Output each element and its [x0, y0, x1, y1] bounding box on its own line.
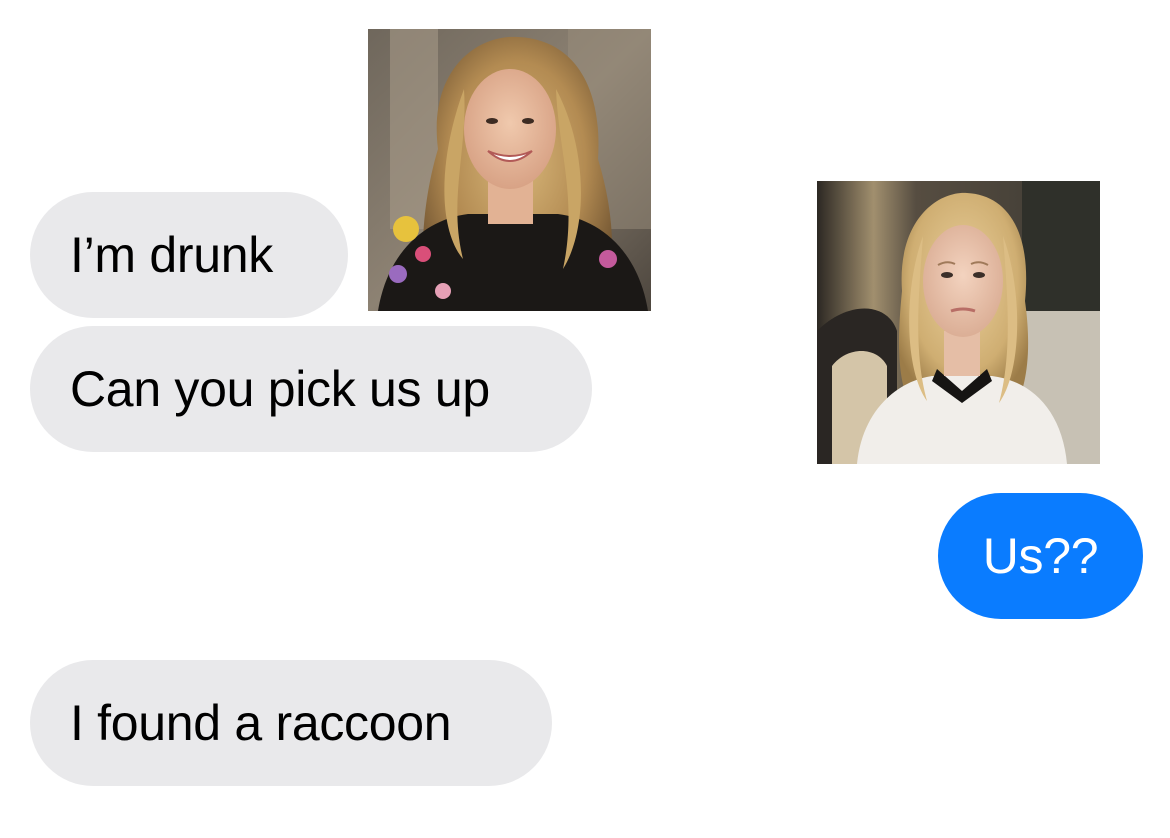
woman-worried-blonde-hair-photo	[817, 181, 1100, 464]
message-text: I found a raccoon	[70, 695, 452, 751]
woman-smiling-curly-blonde-hair-photo	[368, 29, 651, 311]
sent-message-bubble[interactable]: Us??	[938, 493, 1143, 619]
reaction-image-smiling-woman[interactable]	[368, 29, 651, 311]
received-message-bubble[interactable]: Can you pick us up	[30, 326, 592, 452]
message-text: Us??	[982, 528, 1099, 584]
reaction-image-worried-woman[interactable]	[817, 181, 1100, 464]
message-text: I’m drunk	[70, 227, 273, 283]
message-text: Can you pick us up	[70, 361, 490, 417]
received-message-bubble[interactable]: I found a raccoon	[30, 660, 552, 786]
received-message-bubble[interactable]: I’m drunk	[30, 192, 348, 318]
